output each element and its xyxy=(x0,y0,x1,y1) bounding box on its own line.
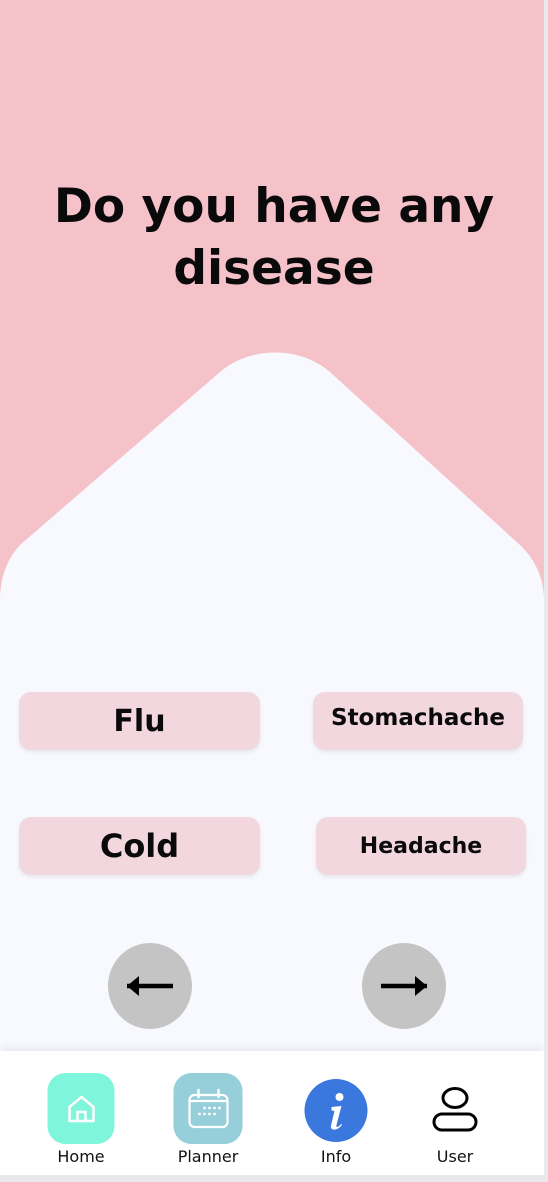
bottom-edge-strip xyxy=(0,1175,548,1182)
info-icon xyxy=(330,1092,343,1130)
back-button[interactable] xyxy=(108,943,192,1029)
home-icon-tile xyxy=(47,1073,115,1144)
screen: Do you have any disease Flu Stomachache … xyxy=(0,0,548,1182)
option-stomachache-button[interactable]: Stomachache xyxy=(313,692,523,750)
tab-info-label: Info xyxy=(320,1147,352,1166)
question-heading: Do you have any disease xyxy=(20,176,528,300)
right-edge-strip xyxy=(544,0,548,1182)
question-line-1: Do you have any xyxy=(53,179,495,234)
tab-planner-label: Planner xyxy=(177,1147,239,1166)
option-headache-button[interactable]: Headache xyxy=(316,817,526,875)
user-icon xyxy=(432,1087,478,1132)
tab-planner[interactable]: Planner xyxy=(158,1073,258,1167)
planner-icon-tile xyxy=(173,1073,243,1144)
option-cold-button[interactable]: Cold xyxy=(19,817,260,875)
tab-user[interactable]: User xyxy=(405,1073,505,1167)
calendar-icon xyxy=(187,1088,229,1128)
question-line-2: disease xyxy=(173,241,375,296)
option-flu-button[interactable]: Flu xyxy=(19,692,260,750)
info-icon-circle xyxy=(304,1079,368,1142)
arrow-right-icon xyxy=(381,976,427,996)
tab-home-label: Home xyxy=(57,1147,105,1166)
tab-user-label: User xyxy=(436,1147,474,1166)
user-icon-wrap xyxy=(431,1087,479,1133)
home-icon xyxy=(67,1095,95,1122)
tab-info[interactable]: Info xyxy=(286,1073,386,1167)
tab-home[interactable]: Home xyxy=(31,1073,131,1167)
next-button[interactable] xyxy=(362,943,446,1029)
pink-header-shape xyxy=(0,0,548,600)
arrow-left-icon xyxy=(127,976,173,996)
